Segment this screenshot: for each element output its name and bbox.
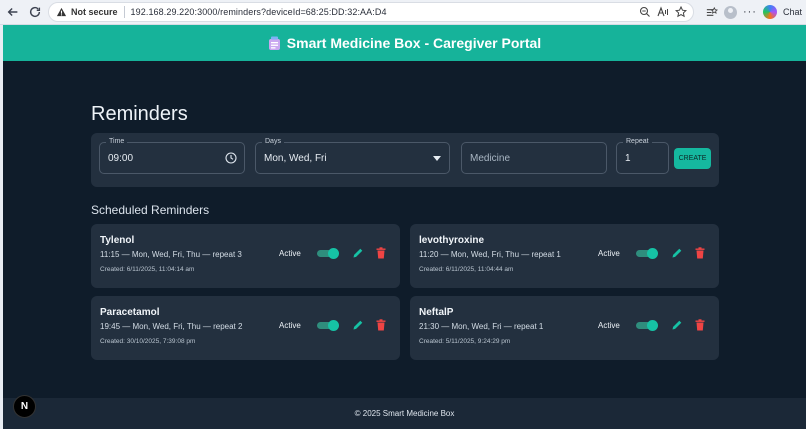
- status-label: Active: [279, 249, 301, 258]
- medicine-placeholder[interactable]: Medicine: [470, 153, 510, 164]
- reminder-schedule: 11:20 — Mon, Wed, Fri, Thu — repeat 1: [419, 250, 561, 259]
- days-label: Days: [262, 137, 284, 147]
- favorites-bar-icon[interactable]: [705, 6, 718, 19]
- status-label: Active: [598, 321, 620, 330]
- browser-toolbar: Not secure 192.168.29.220:3000/reminders…: [0, 0, 806, 25]
- reminder-created: Created: 6/11/2025, 11:04:14 am: [100, 266, 195, 273]
- create-button[interactable]: CREATE: [674, 148, 711, 169]
- reminder-name: levothyroxine: [419, 235, 485, 246]
- back-arrow-icon[interactable]: [2, 1, 24, 23]
- reminder-schedule: 11:15 — Mon, Wed, Fri, Thu — repeat 3: [100, 250, 242, 259]
- reminder-created: Created: 5/11/2025, 9:24:29 pm: [419, 338, 511, 345]
- dev-tools-badge[interactable]: N: [13, 395, 36, 418]
- footer-text: © 2025 Smart Medicine Box: [354, 409, 455, 418]
- reminder-created: Created: 6/11/2025, 11:04:44 am: [419, 266, 514, 273]
- section-title: Scheduled Reminders: [91, 203, 210, 217]
- active-toggle[interactable]: [636, 320, 658, 331]
- time-field[interactable]: Time 09:00: [99, 137, 245, 174]
- active-toggle[interactable]: [636, 248, 658, 259]
- trash-icon[interactable]: [695, 247, 705, 259]
- copilot-icon[interactable]: [762, 5, 777, 19]
- status-label: Active: [598, 249, 620, 258]
- reminder-name: Paracetamol: [100, 307, 160, 318]
- repeat-value[interactable]: 1: [625, 153, 631, 164]
- trash-icon[interactable]: [376, 319, 386, 331]
- reminder-name: NeftalP: [419, 307, 454, 318]
- medicine-box-icon: [268, 36, 280, 50]
- address-separator: [123, 6, 125, 18]
- days-value[interactable]: Mon, Wed, Fri: [264, 153, 327, 164]
- reminder-schedule: 21:30 — Mon, Wed, Fri — repeat 1: [419, 322, 544, 331]
- repeat-input[interactable]: Repeat 1: [616, 137, 669, 174]
- clock-icon[interactable]: [225, 152, 237, 164]
- time-value[interactable]: 09:00: [108, 153, 133, 164]
- edit-pencil-icon[interactable]: [671, 247, 683, 259]
- edit-pencil-icon[interactable]: [352, 247, 364, 259]
- status-label: Active: [279, 321, 301, 330]
- reload-icon[interactable]: [24, 1, 46, 23]
- trash-icon[interactable]: [695, 319, 705, 331]
- address-bar[interactable]: Not secure 192.168.29.220:3000/reminders…: [48, 2, 694, 22]
- reminder-schedule: 19:45 — Mon, Wed, Fri, Thu — repeat 2: [100, 322, 243, 331]
- warning-icon: [56, 7, 67, 16]
- favorite-star-icon[interactable]: [675, 6, 687, 18]
- reminder-created: Created: 30/10/2025, 7:39:08 pm: [100, 338, 196, 345]
- app-header: Smart Medicine Box - Caregiver Portal: [3, 25, 806, 61]
- profile-avatar[interactable]: [723, 5, 737, 19]
- header-title: Smart Medicine Box - Caregiver Portal: [286, 35, 542, 51]
- trash-icon[interactable]: [376, 247, 386, 259]
- time-label: Time: [106, 137, 128, 147]
- app-footer: © 2025 Smart Medicine Box: [3, 398, 806, 429]
- active-toggle[interactable]: [317, 320, 339, 331]
- reminder-card: levothyroxine 11:20 — Mon, Wed, Fri, Thu…: [410, 224, 719, 288]
- read-aloud-icon[interactable]: [657, 6, 669, 18]
- repeat-label: Repeat: [623, 137, 652, 147]
- security-label[interactable]: Not secure: [71, 7, 118, 17]
- chevron-down-icon[interactable]: [433, 156, 441, 161]
- medicine-input[interactable]: Medicine: [461, 142, 607, 174]
- reminder-card: Tylenol 11:15 — Mon, Wed, Fri, Thu — rep…: [91, 224, 400, 288]
- reminder-form: Time 09:00 Days Mon, Wed, Fri Medicine R…: [91, 133, 719, 187]
- app-root: Smart Medicine Box - Caregiver Portal Re…: [3, 25, 806, 429]
- active-toggle[interactable]: [317, 248, 339, 259]
- page-title: Reminders: [91, 103, 188, 125]
- reminder-card: NeftalP 21:30 — Mon, Wed, Fri — repeat 1…: [410, 296, 719, 360]
- edit-pencil-icon[interactable]: [671, 319, 683, 331]
- days-select[interactable]: Days Mon, Wed, Fri: [255, 137, 450, 174]
- url-text[interactable]: 192.168.29.220:3000/reminders?deviceId=6…: [131, 7, 387, 17]
- reminder-card: Paracetamol 19:45 — Mon, Wed, Fri, Thu —…: [91, 296, 400, 360]
- chat-label[interactable]: Chat: [783, 7, 802, 17]
- zoom-out-icon[interactable]: [639, 6, 651, 18]
- edit-pencil-icon[interactable]: [352, 319, 364, 331]
- more-menu-icon[interactable]: ···: [743, 6, 757, 18]
- reminder-name: Tylenol: [100, 235, 135, 246]
